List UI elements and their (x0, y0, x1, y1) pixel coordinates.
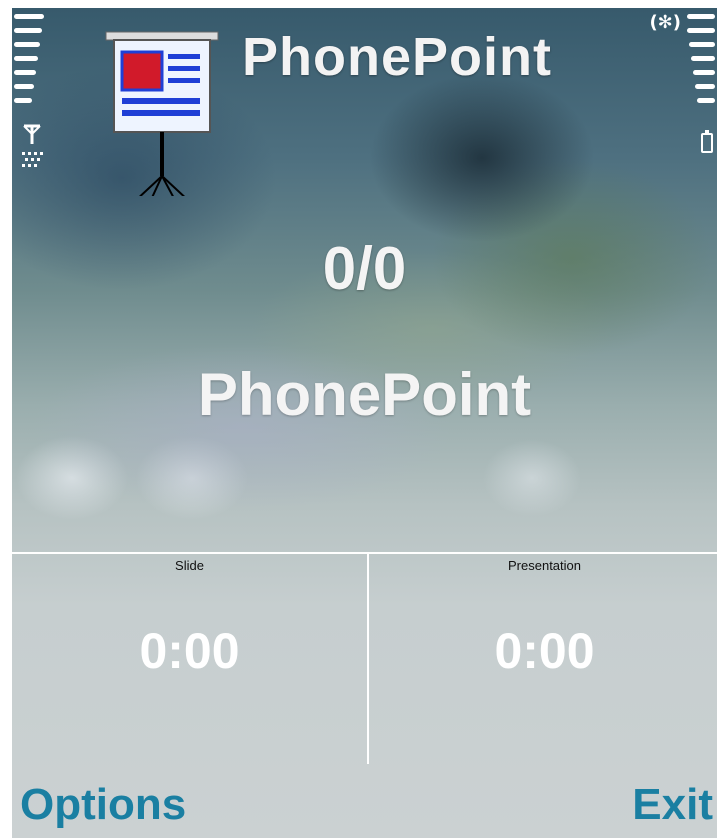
battery-bars-segment (687, 14, 715, 19)
presentation-board-icon (105, 31, 219, 196)
slide-timer-value: 0:00 (139, 623, 240, 679)
presentation-timer-label: Presentation (508, 558, 581, 573)
battery-bars-segment (695, 84, 715, 89)
signal-bars-segment (14, 14, 44, 19)
antenna-icon (22, 124, 43, 167)
timer-panel: Slide 0:00 Presentation 0:00 (12, 552, 717, 764)
presentation-name: PhonePoint (197, 361, 532, 428)
exit-softkey[interactable]: Exit (632, 780, 713, 830)
app-title: PhonePoint (242, 27, 552, 87)
battery-bars-segment (687, 28, 715, 33)
phone-screen: (✻) PhonePoint 0/0 PhonePoint Slide 0:00… (12, 8, 717, 838)
battery-bars-segment (697, 98, 715, 103)
slide-timer-label: Slide (175, 558, 204, 573)
signal-bars-segment (14, 42, 40, 47)
signal-bars-segment (14, 56, 38, 61)
battery-bars-segment (691, 56, 715, 61)
bluetooth-icon: (✻) (649, 12, 681, 33)
signal-bars-segment (14, 98, 32, 103)
options-softkey[interactable]: Options (20, 780, 186, 830)
battery-bars-segment (693, 70, 715, 75)
presentation-timer-value: 0:00 (494, 623, 595, 679)
slide-counter: 0/0 (322, 235, 407, 302)
battery-icon (701, 130, 713, 153)
softkey-bar: Options Exit (12, 768, 717, 838)
signal-bars-segment (14, 70, 36, 75)
signal-bars-segment (14, 84, 34, 89)
signal-bars-segment (14, 28, 42, 33)
battery-bars-segment (689, 42, 715, 47)
